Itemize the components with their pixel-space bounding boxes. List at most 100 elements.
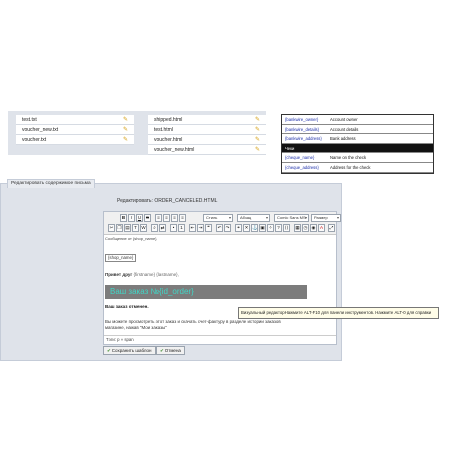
fullscreen-icon[interactable]: ⤢ (328, 224, 335, 232)
link-icon[interactable]: ⚭ (235, 224, 242, 232)
undo-icon[interactable]: ↶ (216, 224, 223, 232)
format-select-value: Абзац (240, 215, 252, 220)
align-left-icon[interactable]: ≡ (155, 214, 162, 222)
variables-table: {bankwire_owner} Account owner {bankwire_… (281, 114, 434, 174)
variable-row: {cheque_address} Address for the check (282, 163, 433, 173)
number-list-icon[interactable]: 1 (178, 224, 185, 232)
image-icon[interactable]: ▣ (259, 224, 266, 232)
insert-time-icon[interactable]: ◷ (302, 224, 309, 232)
align-right-icon[interactable]: ≡ (171, 214, 178, 222)
help-icon[interactable]: ? (275, 224, 282, 232)
panel-tab: Редактировать содержимое письма (7, 179, 95, 188)
replace-icon[interactable]: ⇄ (159, 224, 166, 232)
file-name[interactable]: test.html (154, 127, 173, 133)
variable-key[interactable]: {cheque_address} (285, 163, 319, 172)
code-icon[interactable]: ⟨⟩ (283, 224, 290, 232)
file-row[interactable]: test.txt ✎ (16, 115, 134, 125)
cleanup-icon[interactable]: ✧ (267, 224, 274, 232)
edit-pencil-icon[interactable]: ✎ (255, 136, 260, 144)
editor-statusbar: Тэги: p » span (104, 335, 336, 344)
file-row[interactable]: voucher.html ✎ (148, 135, 266, 145)
cut-icon[interactable]: ✂ (108, 224, 115, 232)
anchor-icon[interactable]: ⚓ (251, 224, 258, 232)
file-row[interactable]: test.html ✎ (148, 125, 266, 135)
font-select-value: Comic Sans MS (277, 215, 306, 220)
align-center-icon[interactable]: ≡ (163, 214, 170, 222)
editor-content[interactable]: Сообщение от {shop_name} {shop_name} При… (104, 235, 336, 336)
edit-content-panel: Редактировать содержимое письма Редактир… (0, 179, 342, 361)
file-name[interactable]: voucher.html (154, 137, 182, 143)
indent-icon[interactable]: ⇥ (197, 224, 204, 232)
greeting-label: Привет друг (105, 272, 133, 277)
variable-desc: Account details (330, 126, 359, 132)
file-row[interactable]: voucher.txt ✎ (16, 135, 134, 145)
save-template-button[interactable]: ✔Сохранить шаблон (103, 346, 156, 355)
greeting-tokens: {firstname} {lastname}, (133, 272, 179, 277)
edit-pencil-icon[interactable]: ✎ (255, 126, 260, 134)
chevron-down-icon: ▾ (336, 215, 339, 220)
preview-icon[interactable]: ◉ (310, 224, 317, 232)
unlink-icon[interactable]: ✕ (243, 224, 250, 232)
order-cancelled-text: Ваш заказ отменен. (105, 304, 149, 309)
text-color-icon[interactable]: A (318, 224, 325, 232)
edit-pencil-icon[interactable]: ✎ (123, 126, 128, 134)
bold-button[interactable]: B (120, 214, 127, 222)
variable-desc: Name on the check (330, 155, 367, 161)
edit-pencil-icon[interactable]: ✎ (123, 116, 128, 124)
body-text: Вы можете просмотреть этот заказ и скача… (105, 319, 313, 331)
save-icon: ✔ (107, 348, 111, 353)
shop-name-placeholder: {shop_name} (105, 254, 137, 262)
variable-key[interactable]: {cheque_name} (285, 153, 314, 162)
blockquote-icon[interactable]: ❝ (205, 224, 212, 232)
variable-key[interactable]: {bankwire_details} (285, 125, 319, 134)
cancel-icon: ✔ (160, 348, 164, 353)
outdent-icon[interactable]: ⇤ (189, 224, 196, 232)
font-select[interactable]: Comic Sans MS ▾ (274, 214, 309, 222)
variable-key[interactable]: {bankwire_owner} (285, 115, 318, 124)
wysiwyg-editor[interactable]: B I U S ≡ ≡ ≡ ≡ Стиль ▾ Абзац ▾ Comic Sans… (103, 211, 341, 345)
style-select[interactable]: Стиль ▾ (203, 214, 233, 222)
variable-row: {cheque_name} Name on the check (282, 153, 433, 163)
greeting-line: Привет друг {firstname} {lastname}, (105, 272, 179, 277)
paste-word-icon[interactable]: W (140, 224, 147, 232)
size-select[interactable]: Размер ▾ (311, 214, 341, 222)
body-line: магазине, нажав "Мои заказы" (105, 325, 167, 330)
format-select[interactable]: Абзац ▾ (237, 214, 270, 222)
insert-date-icon[interactable]: ▦ (294, 224, 301, 232)
align-justify-icon[interactable]: ≡ (179, 214, 186, 222)
paste-text-icon[interactable]: T (132, 224, 139, 232)
copy-icon[interactable]: ❐ (116, 224, 123, 232)
file-name[interactable]: voucher_new.txt (22, 127, 58, 133)
order-banner: Ваш заказ №{id_order} (105, 285, 307, 299)
cancel-button-label: Отмена (164, 348, 181, 353)
file-name[interactable]: shipped.html (154, 117, 182, 123)
edit-pencil-icon[interactable]: ✎ (255, 146, 260, 154)
variable-desc: Address for the check (330, 164, 371, 170)
file-name[interactable]: test.txt (22, 117, 37, 123)
file-row[interactable]: shipped.html ✎ (148, 115, 266, 125)
paste-icon[interactable]: ▤ (124, 224, 131, 232)
file-list-txt: test.txt ✎ voucher_new.txt ✎ voucher.txt ✎ (16, 115, 134, 145)
strikethrough-button[interactable]: S (144, 214, 151, 222)
message-heading: Сообщение от {shop_name} (105, 236, 157, 241)
italic-button[interactable]: I (128, 214, 135, 222)
bullet-list-icon[interactable]: • (170, 224, 177, 232)
find-icon[interactable]: ⌕ (151, 224, 158, 232)
file-list-html: shipped.html ✎ test.html ✎ voucher.html ✎ v… (148, 115, 266, 155)
variable-row: {bankwire_address} Bank address (282, 134, 433, 144)
cancel-button[interactable]: ✔Отмена (156, 346, 185, 355)
edit-pencil-icon[interactable]: ✎ (255, 116, 260, 124)
file-name[interactable]: voucher.txt (22, 137, 46, 143)
chevron-down-icon: ▾ (228, 215, 231, 220)
file-row[interactable]: voucher_new.txt ✎ (16, 125, 134, 135)
variable-row: {bankwire_details} Account details (282, 125, 433, 135)
toolbar-row: ✂ ❐ ▤ T W ⌕ ⇄ • 1 ⇤ ⇥ ❝ ↶ ↷ ⚭ ✕ ⚓ ▣ ✧ ? (106, 224, 336, 233)
file-row[interactable]: voucher_new.html ✎ (148, 145, 266, 155)
variable-key[interactable]: {bankwire_address} (285, 134, 322, 143)
file-name[interactable]: voucher_new.html (154, 147, 194, 153)
toolbar-row: B I U S ≡ ≡ ≡ ≡ Стиль ▾ Абзац ▾ Comic Sans… (106, 214, 341, 223)
save-button-label: Сохранить шаблон (111, 348, 152, 353)
underline-button[interactable]: U (136, 214, 143, 222)
edit-pencil-icon[interactable]: ✎ (123, 136, 128, 144)
redo-icon[interactable]: ↷ (224, 224, 231, 232)
